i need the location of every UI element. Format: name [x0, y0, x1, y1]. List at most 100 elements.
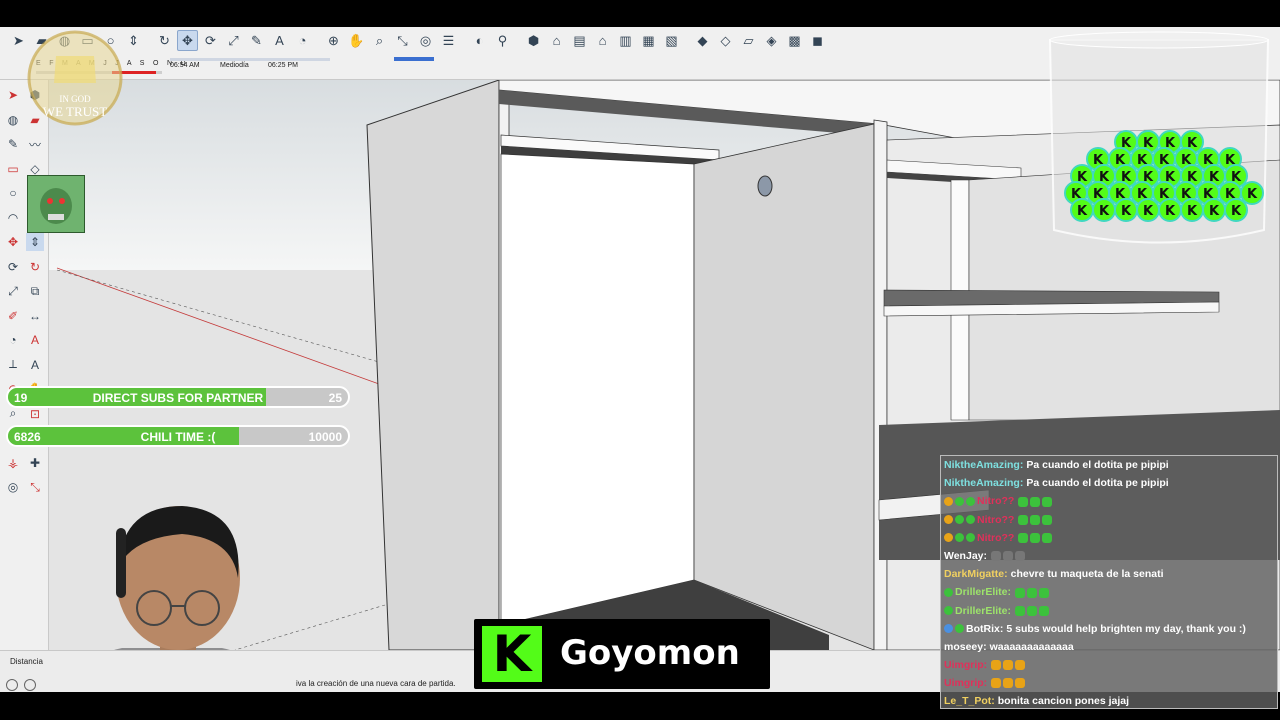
monochrome-icon[interactable]: ◼: [807, 30, 828, 51]
previous-view-icon[interactable]: ⤡: [26, 478, 44, 496]
svg-text:K: K: [1121, 204, 1132, 219]
left-view-icon[interactable]: ▧: [661, 30, 682, 51]
select-icon[interactable]: ➤: [4, 86, 22, 104]
wireframe-style-icon[interactable]: ◇: [715, 30, 736, 51]
chat-username: Le_T_Pot:: [944, 695, 995, 708]
chat-emote-icon: [1027, 605, 1038, 616]
kick-coin: K: [1136, 198, 1160, 222]
arc-icon[interactable]: ◠: [4, 209, 22, 227]
zoom-extents-icon[interactable]: ⤡: [392, 30, 413, 51]
chat-text: bonita cancion pones jajaj: [997, 695, 1130, 708]
move-icon[interactable]: ✥: [4, 233, 22, 251]
svg-text:K: K: [1187, 204, 1198, 219]
chat-username: Uimgrip:: [944, 677, 988, 690]
rotate-icon[interactable]: ⟳: [4, 258, 22, 276]
chat-username: Nitro??: [977, 513, 1015, 526]
in-god-we-trust-logo: IN GOD WE TRUST: [27, 30, 123, 126]
tape-measure-icon[interactable]: ✎: [246, 30, 267, 51]
chat-emote-icon: [1042, 514, 1053, 525]
follow-me-icon[interactable]: ↻: [26, 258, 44, 276]
components-icon[interactable]: ⬢: [523, 30, 544, 51]
chat-emote-icon: [1030, 532, 1041, 543]
svg-text:K: K: [1099, 204, 1110, 219]
orbit-icon[interactable]: ⊕: [323, 30, 344, 51]
chat-message: moseey: waaaaaaaaaaaaa: [944, 638, 1274, 656]
streamer-avatar: [27, 175, 85, 233]
x-ray-icon[interactable]: ☰: [438, 30, 459, 51]
walk-icon[interactable]: ⚶: [4, 454, 22, 472]
orc-avatar-icon: [28, 176, 84, 232]
dimension-icon[interactable]: ↔: [26, 307, 44, 325]
shadows-icon[interactable]: ◐: [469, 30, 490, 51]
protractor-icon[interactable]: ◔: [4, 331, 22, 349]
text-icon[interactable]: A: [26, 331, 44, 349]
chat-badge-icon: [955, 533, 964, 543]
chat-username: Nitro??: [977, 495, 1015, 508]
walk-icon[interactable]: ⚲: [492, 30, 513, 51]
scale-icon[interactable]: ⤢: [4, 282, 22, 300]
section-icon[interactable]: ✚: [26, 454, 44, 472]
chat-emote-icon: [991, 551, 1001, 562]
iso-view-icon[interactable]: ⌂: [546, 30, 567, 51]
chat-message: NiktheAmazing: Pa cuando el dotita pe pip…: [944, 474, 1274, 492]
follow-me-icon[interactable]: ↻: [154, 30, 175, 51]
chat-emote-icon: [991, 660, 1002, 671]
text-icon[interactable]: A: [269, 30, 290, 51]
status-hint: iva la creación de una nueva cara de par…: [296, 679, 456, 688]
freehand-icon[interactable]: 〰: [26, 135, 44, 153]
geo-location-icon[interactable]: [6, 679, 18, 691]
shaded-icon[interactable]: ◈: [761, 30, 782, 51]
help-icon[interactable]: [24, 679, 36, 691]
xray-style-icon[interactable]: ◆: [692, 30, 713, 51]
zoom-extents-icon[interactable]: ◎: [4, 478, 22, 496]
toolbar-separator: [684, 30, 690, 54]
zoom-icon[interactable]: ⌕: [369, 30, 390, 51]
kick-coin: K: [1180, 198, 1204, 222]
chat-text: chevre tu maqueta de la senati: [1010, 568, 1164, 581]
3d-text-icon[interactable]: A: [26, 356, 44, 374]
chat-message: Uimgrip:: [944, 656, 1274, 674]
kick-coin: K: [1202, 198, 1226, 222]
chat-badge-icon: [944, 497, 953, 507]
scale-icon[interactable]: ⤢: [223, 30, 244, 51]
time-slider[interactable]: [170, 57, 434, 61]
chat-badge-icon: [944, 606, 953, 616]
toolbar-separator: [315, 30, 321, 54]
chat-message: DrillerElite:: [944, 583, 1274, 601]
right-view-icon[interactable]: ▥: [615, 30, 636, 51]
push-pull-icon[interactable]: ⇕: [26, 233, 44, 251]
chat-message: WenJay:: [944, 547, 1274, 565]
time-end: 06:25 PM: [268, 62, 298, 69]
front-view-icon[interactable]: ⌂: [592, 30, 613, 51]
chat-emote-icon: [1003, 660, 1014, 671]
axes-icon[interactable]: ⟂: [4, 356, 22, 374]
toolbar-separator: [515, 30, 521, 54]
time-mid: Mediodía: [220, 62, 249, 69]
chat-emote-icon: [1030, 496, 1041, 507]
chat-emote-icon: [1018, 514, 1029, 525]
push-pull-icon[interactable]: ⇕: [123, 30, 144, 51]
hidden-line-icon[interactable]: ▱: [738, 30, 759, 51]
pan-icon[interactable]: ✋: [346, 30, 367, 51]
svg-text:K: K: [1247, 187, 1258, 202]
paint-icon[interactable]: ◍: [4, 111, 22, 129]
chat-message: Uimgrip:: [944, 674, 1274, 692]
tape-measure-icon[interactable]: ✐: [4, 307, 22, 325]
protractor-icon[interactable]: ◔: [292, 30, 313, 51]
back-view-icon[interactable]: ▦: [638, 30, 659, 51]
kick-coin: K: [1114, 198, 1138, 222]
offset-icon[interactable]: ⧉: [26, 282, 44, 300]
chat-emote-icon: [1003, 678, 1014, 689]
chat-username: DarkMigatte:: [944, 568, 1008, 581]
chat-badge-icon: [966, 533, 975, 543]
circle-icon[interactable]: ○: [4, 184, 22, 202]
rectangle-icon[interactable]: ▭: [4, 160, 22, 178]
section-icon[interactable]: ◎: [415, 30, 436, 51]
chat-emote-icon: [1015, 587, 1026, 598]
top-view-icon[interactable]: ▤: [569, 30, 590, 51]
pencil-icon[interactable]: ✎: [4, 135, 22, 153]
shaded-texture-icon[interactable]: ▩: [784, 30, 805, 51]
time-slider-knob[interactable]: [394, 57, 434, 61]
rotate-icon[interactable]: ⟳: [200, 30, 221, 51]
move-icon[interactable]: ✥: [177, 30, 198, 51]
